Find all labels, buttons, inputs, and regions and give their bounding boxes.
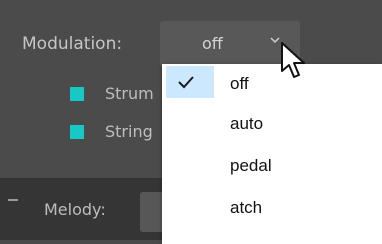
- modulation-select-value: off: [202, 34, 223, 53]
- dropdown-item-auto[interactable]: auto: [162, 104, 382, 144]
- modulation-label: Modulation:: [22, 34, 123, 54]
- dropdown-item-atch[interactable]: atch: [162, 188, 382, 228]
- melody-label: Melody:: [44, 200, 106, 219]
- dropdown-item-label: pedal: [230, 156, 272, 175]
- mouse-cursor-icon: [281, 42, 305, 78]
- strum-label: Strum: [105, 84, 154, 103]
- string-checkbox[interactable]: [70, 125, 84, 139]
- dropdown-item-pedal[interactable]: pedal: [162, 146, 382, 186]
- dropdown-item-label: off: [230, 74, 249, 93]
- string-label: String: [105, 122, 153, 141]
- dropdown-item-off[interactable]: off: [162, 64, 382, 104]
- collapse-dash-icon[interactable]: [8, 199, 18, 201]
- dropdown-item-label: auto: [230, 114, 264, 133]
- check-icon: [178, 76, 194, 89]
- dropdown-item-label: atch: [230, 198, 263, 217]
- strum-checkbox[interactable]: [70, 87, 84, 101]
- modulation-dropdown-menu: off auto pedal atch: [162, 64, 382, 244]
